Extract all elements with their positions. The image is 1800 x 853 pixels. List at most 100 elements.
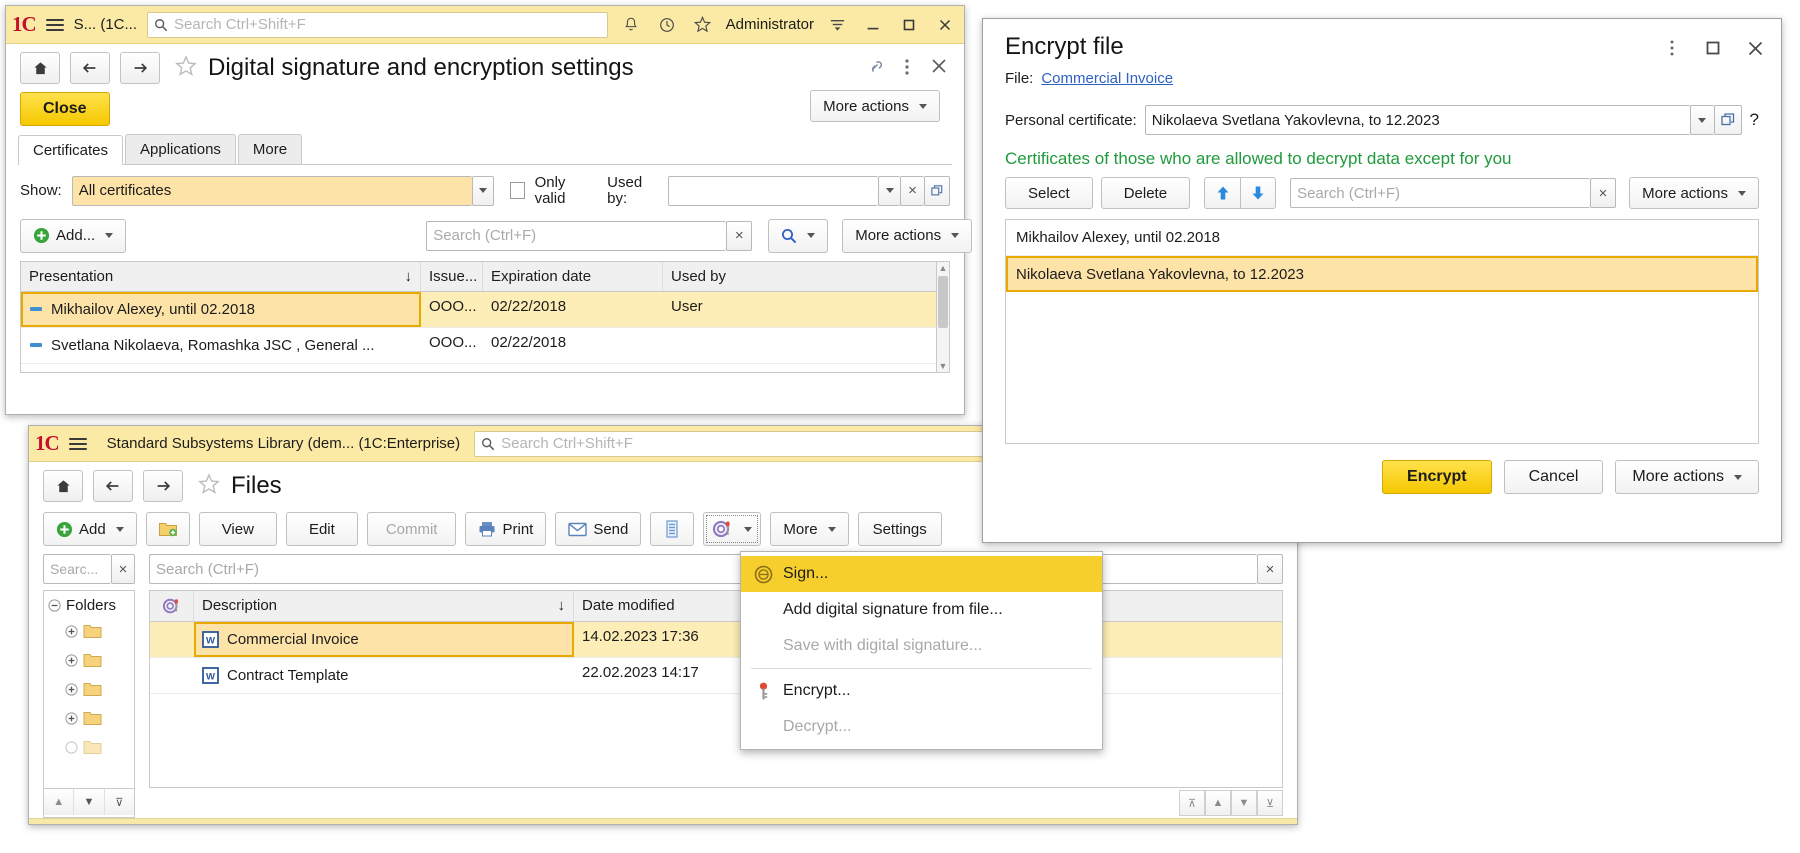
view-button[interactable]: View	[198, 512, 277, 546]
more-vert-icon[interactable]	[1664, 38, 1680, 62]
commit-button[interactable]: Commit	[366, 512, 457, 546]
tree-move-up-icon[interactable]: ▲	[44, 789, 75, 815]
tree-search-input[interactable]: Searc...	[43, 554, 111, 584]
home-button[interactable]	[43, 470, 83, 502]
forward-button[interactable]	[143, 470, 183, 502]
main-menu-icon[interactable]	[68, 437, 87, 450]
minimize-icon[interactable]	[860, 12, 886, 38]
tree-item[interactable]	[65, 623, 130, 643]
used-by-open-button[interactable]	[924, 175, 950, 206]
add-file-button[interactable]: Add	[43, 512, 137, 546]
tree-move-last-icon[interactable]: ⊽	[104, 789, 134, 815]
tab-applications[interactable]: Applications	[125, 134, 236, 164]
cell-presentation[interactable]: Mikhailov Alexey, until 02.2018	[21, 291, 421, 327]
table-row[interactable]: Mikhailov Alexey, until 02.2018 OOO... 0…	[21, 291, 936, 328]
back-button[interactable]	[70, 52, 110, 84]
menu-lines-icon[interactable]	[824, 12, 850, 38]
grid-next-icon[interactable]: ▼	[1231, 790, 1257, 816]
expand-icon[interactable]	[65, 711, 78, 729]
list-item[interactable]: Nikolaeva Svetlana Yakovlevna, to 12.202…	[1006, 256, 1758, 292]
certificates-scrollbar[interactable]: ▲ ▼	[936, 260, 950, 373]
select-button[interactable]: Select	[1005, 177, 1093, 209]
new-folder-button[interactable]	[145, 512, 190, 546]
digital-signature-menu-button[interactable]	[703, 512, 762, 546]
grid-first-icon[interactable]: ⊼	[1179, 790, 1205, 816]
personal-certificate-open-button[interactable]	[1713, 105, 1742, 135]
list-item[interactable]: Mikhailov Alexey, until 02.2018	[1006, 220, 1758, 256]
certificates-list-search-input[interactable]: Search (Ctrl+F)	[1290, 178, 1591, 208]
window-close-icon[interactable]	[930, 57, 948, 79]
used-by-input[interactable]	[668, 175, 878, 206]
tab-certificates[interactable]: Certificates	[18, 135, 124, 165]
certificates-more-actions-button[interactable]: More actions	[842, 218, 973, 253]
column-header-expiration[interactable]: Expiration date	[483, 261, 663, 291]
more-actions-button[interactable]: More actions	[810, 90, 940, 122]
grid-prev-icon[interactable]: ▲	[1205, 790, 1231, 816]
back-button[interactable]	[93, 470, 133, 502]
scroll-down-arrow-icon[interactable]: ▼	[939, 360, 948, 372]
close-icon[interactable]	[1746, 39, 1765, 62]
history-icon[interactable]	[654, 12, 680, 38]
certificates-list-more-actions-button[interactable]: More actions	[1629, 177, 1759, 209]
menu-item-add-digital-signature-from-file[interactable]: Add digital signature from file...	[741, 592, 1102, 628]
used-by-dropdown[interactable]	[878, 175, 900, 206]
personal-certificate-dropdown[interactable]	[1689, 105, 1714, 135]
tree-item[interactable]	[65, 652, 130, 672]
tree-item[interactable]	[65, 710, 130, 730]
edit-button[interactable]: Edit	[285, 512, 358, 546]
question-mark-icon[interactable]: ?	[1750, 110, 1759, 130]
report-button[interactable]	[650, 512, 695, 546]
file-link[interactable]: Commercial Invoice	[1041, 70, 1173, 87]
cell-description[interactable]: W Contract Template	[194, 658, 574, 693]
more-button[interactable]: More	[770, 512, 849, 546]
cell-presentation[interactable]: Svetlana Nikolaeva, Romashka JSC , Gener…	[21, 328, 421, 363]
personal-certificate-input[interactable]: Nikolaeva Svetlana Yakovlevna, to 12.202…	[1144, 105, 1690, 135]
tab-more[interactable]: More	[237, 134, 303, 164]
scroll-thumb[interactable]	[938, 275, 948, 328]
scroll-up-arrow-icon[interactable]: ▲	[939, 262, 948, 274]
show-select-dropdown[interactable]	[471, 175, 494, 206]
certificates-list-search-clear[interactable]: ×	[1590, 178, 1617, 208]
table-row[interactable]: W Commercial Invoice 14.02.2023 17:36 Ad…	[150, 622, 1282, 658]
collapse-icon[interactable]	[48, 599, 61, 612]
menu-item-sign[interactable]: Sign...	[741, 556, 1102, 592]
encrypt-button[interactable]: Encrypt	[1382, 460, 1492, 494]
column-header-description[interactable]: Description ↓	[194, 591, 574, 621]
expand-icon[interactable]	[65, 624, 78, 642]
certificates-search-input[interactable]: Search (Ctrl+F)	[426, 220, 727, 251]
menu-item-encrypt[interactable]: Encrypt...	[741, 673, 1102, 709]
close-button[interactable]: Close	[20, 92, 110, 126]
favorite-star-icon[interactable]	[197, 472, 221, 500]
link-icon[interactable]	[864, 56, 886, 82]
settings-button[interactable]: Settings	[857, 512, 942, 546]
search-button[interactable]	[768, 218, 829, 253]
more-vert-icon[interactable]	[898, 56, 916, 82]
main-menu-icon[interactable]	[45, 18, 64, 31]
print-button[interactable]: Print	[465, 512, 547, 546]
maximize-icon[interactable]	[1704, 39, 1722, 61]
tree-item[interactable]	[65, 681, 130, 701]
table-row[interactable]: W Contract Template 22.02.2023 14:17 Adm…	[150, 658, 1282, 694]
expand-icon[interactable]	[65, 740, 78, 758]
files-search-clear[interactable]: ×	[1257, 554, 1283, 584]
column-header-signature-icon[interactable]	[150, 591, 194, 621]
close-icon[interactable]	[932, 12, 958, 38]
add-certificate-button[interactable]: Add...	[20, 218, 127, 253]
tree-move-down-icon[interactable]: ▼	[74, 789, 105, 815]
column-header-issuer[interactable]: Issue...	[421, 261, 483, 291]
dialog-more-actions-button[interactable]: More actions	[1615, 460, 1759, 494]
move-down-button[interactable]	[1240, 177, 1277, 209]
move-up-button[interactable]	[1204, 177, 1241, 209]
cancel-button[interactable]: Cancel	[1503, 460, 1604, 494]
only-valid-checkbox[interactable]	[509, 182, 525, 200]
send-button[interactable]: Send	[555, 512, 642, 546]
tree-item[interactable]	[65, 739, 130, 759]
favorite-star-icon[interactable]	[174, 54, 198, 82]
expand-icon[interactable]	[65, 653, 78, 671]
maximize-icon[interactable]	[896, 12, 922, 38]
delete-button[interactable]: Delete	[1100, 177, 1191, 209]
global-search-input[interactable]: Search Ctrl+Shift+F	[147, 11, 608, 38]
forward-button[interactable]	[120, 52, 160, 84]
star-icon[interactable]	[690, 12, 716, 38]
column-header-presentation[interactable]: Presentation ↓	[21, 261, 421, 291]
